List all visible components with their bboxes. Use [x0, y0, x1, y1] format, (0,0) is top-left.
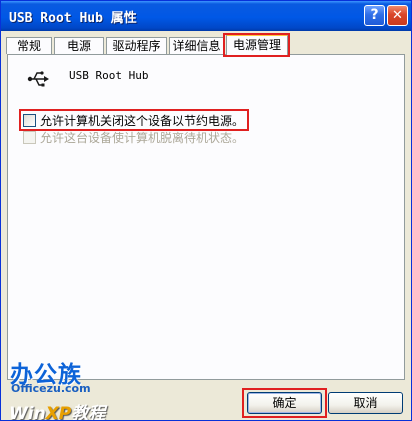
- cancel-button[interactable]: 取消: [328, 392, 403, 414]
- ok-button[interactable]: 确定: [247, 392, 322, 414]
- allow-wake-checkbox: [23, 131, 36, 144]
- tab-panel: [7, 54, 405, 380]
- tab-power-management[interactable]: 电源管理: [226, 34, 288, 55]
- allow-wake-option: 允许这台设备使计算机脱离待机状态。: [23, 130, 248, 146]
- tab-details[interactable]: 详细信息: [169, 37, 224, 54]
- watermark-winxp: WinXP教程: [9, 399, 106, 421]
- device-name: USB Root Hub: [69, 69, 149, 82]
- tab-general[interactable]: 常规: [6, 37, 52, 54]
- usb-icon: [27, 71, 49, 87]
- allow-power-off-option[interactable]: 允许计算机关闭这个设备以节约电源。: [23, 113, 248, 129]
- allow-power-off-checkbox[interactable]: [23, 114, 36, 127]
- watermark-site: Officezu.com: [11, 382, 91, 395]
- allow-power-off-label[interactable]: 允许计算机关闭这个设备以节约电源。: [40, 113, 244, 129]
- allow-wake-label: 允许这台设备使计算机脱离待机状态。: [40, 131, 245, 145]
- tab-strip: 常规 电源 驱动程序 详细信息 电源管理: [1, 31, 411, 55]
- close-button[interactable]: ✕: [387, 5, 408, 26]
- tab-power[interactable]: 电源: [54, 37, 104, 54]
- title-bar[interactable]: USB Root Hub 属性 ? ✕: [1, 1, 411, 31]
- properties-dialog: USB Root Hub 属性 ? ✕ 常规 电源 驱动程序 详细信息 电源管理…: [0, 0, 412, 421]
- watermark-xp: XP: [45, 404, 72, 421]
- tab-driver[interactable]: 驱动程序: [106, 37, 167, 54]
- help-button[interactable]: ?: [364, 5, 385, 26]
- watermark-tutorial: 教程: [71, 404, 106, 421]
- window-title: USB Root Hub 属性: [9, 11, 137, 26]
- watermark-win: Win: [9, 404, 46, 421]
